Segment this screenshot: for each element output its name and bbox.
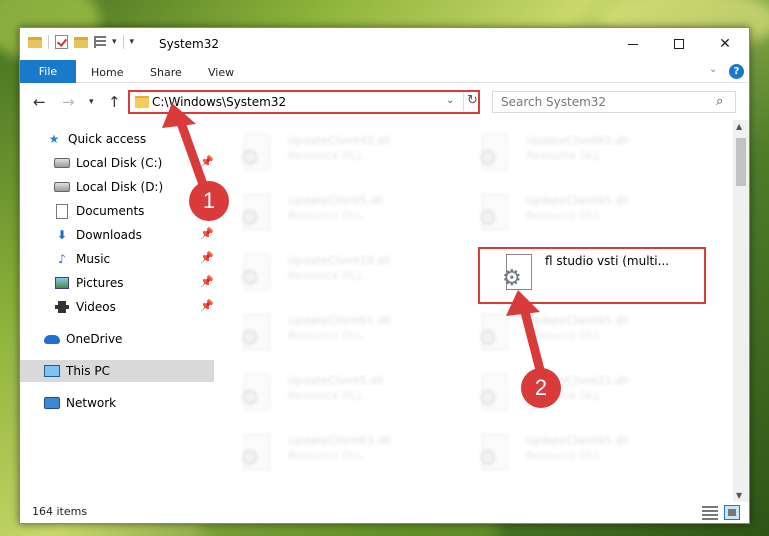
- step-1-badge: 1: [189, 181, 229, 221]
- annotation-arrow-1: [162, 103, 545, 375]
- step-2-badge: 2: [521, 368, 561, 408]
